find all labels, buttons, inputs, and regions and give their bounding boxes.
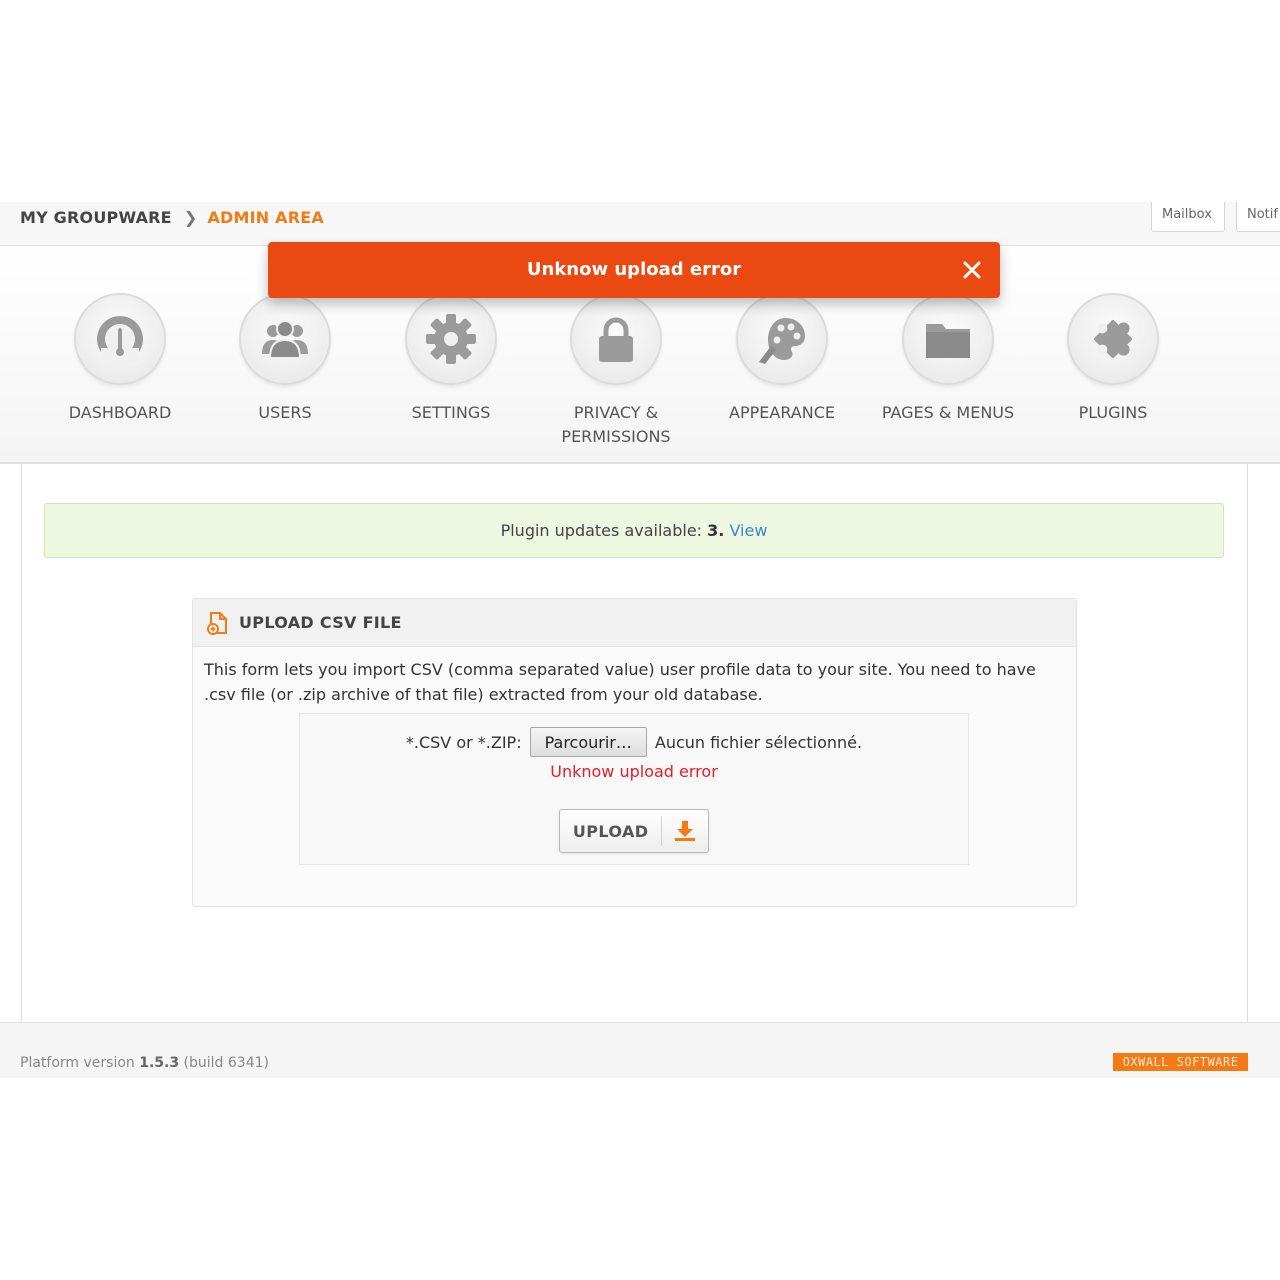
nav-item-pages-menus[interactable]: PAGES & MENUS: [868, 293, 1028, 425]
nav-label: PRIVACY & PERMISSIONS: [536, 401, 696, 449]
box-header: UPLOAD CSV FILE: [193, 599, 1076, 647]
upload-form: *.CSV or *.ZIP: Parcourir… Aucun fichier…: [299, 713, 969, 865]
nav-item-dashboard[interactable]: DASHBOARD: [40, 293, 200, 425]
platform-version: Platform version 1.5.3 (build 6341): [20, 1055, 269, 1071]
nav-label: APPEARANCE: [729, 403, 835, 422]
nav-item-plugins[interactable]: PLUGINS: [1033, 293, 1193, 425]
version-number: 1.5.3: [139, 1055, 180, 1071]
upload-button-label: UPLOAD: [572, 821, 649, 841]
box-title: UPLOAD CSV FILE: [239, 613, 402, 632]
close-icon[interactable]: [962, 260, 982, 280]
nav-item-appearance[interactable]: APPEARANCE: [702, 293, 862, 425]
nav-label-line: PRIVACY &: [573, 403, 659, 422]
breadcrumb-current[interactable]: ADMIN AREA: [207, 208, 324, 227]
upload-error-text: Unknow upload error: [550, 762, 718, 781]
upload-button[interactable]: UPLOAD: [559, 809, 709, 853]
download-icon: [675, 821, 696, 841]
nav-label: SETTINGS: [411, 403, 491, 422]
folder-icon: [926, 324, 970, 358]
file-label: *.CSV or *.ZIP:: [405, 732, 522, 752]
nav-label: PLUGINS: [1078, 403, 1148, 422]
palette-icon: [759, 318, 805, 364]
users-icon: [262, 320, 308, 359]
browse-button[interactable]: Parcourir…: [529, 727, 647, 757]
gear-icon: [426, 314, 476, 364]
nav-label: PAGES & MENUS: [881, 403, 1015, 422]
nav-label-line: PERMISSIONS: [561, 427, 671, 446]
nav-item-settings[interactable]: SETTINGS: [371, 293, 531, 425]
view-updates-link[interactable]: View: [729, 521, 767, 540]
toast-message: Unknow upload error: [526, 259, 742, 280]
file-row: *.CSV or *.ZIP: Parcourir… Aucun fichier…: [300, 727, 968, 757]
mailbox-button[interactable]: Mailbox: [1151, 202, 1225, 232]
oxwall-badge[interactable]: OXWALL SOFTWARE: [1113, 1053, 1248, 1071]
puzzle-icon: [1094, 320, 1132, 358]
file-status: Aucun fichier sélectionné.: [654, 732, 863, 752]
dashboard-gauge-icon: [97, 316, 143, 366]
version-build: (build 6341): [179, 1055, 269, 1071]
nav-item-users[interactable]: USERS: [205, 293, 365, 425]
upload-csv-box: UPLOAD CSV FILE This form lets you impor…: [192, 598, 1077, 907]
version-prefix: Platform version: [20, 1055, 140, 1071]
plugin-update-notice: Plugin updates available: 3. View: [44, 503, 1224, 558]
nav-item-privacy[interactable]: PRIVACY & PERMISSIONS: [536, 293, 696, 449]
breadcrumb-home[interactable]: MY GROUPWARE: [20, 208, 172, 227]
box-description: This form lets you import CSV (comma sep…: [204, 660, 1036, 704]
lock-icon: [599, 317, 633, 362]
breadcrumb: MY GROUPWARE ❯ ADMIN AREA: [20, 208, 324, 227]
error-toast: Unknow upload error: [268, 242, 1000, 298]
notice-count: 3.: [707, 521, 725, 540]
footer: Platform version 1.5.3 (build 6341) OXWA…: [0, 1022, 1280, 1078]
top-bar: MY GROUPWARE ❯ ADMIN AREA Mailbox Notif: [0, 202, 1280, 246]
chevron-right-icon: ❯: [183, 208, 198, 227]
nav-label: USERS: [258, 403, 312, 422]
notice-text: Plugin updates available:: [500, 521, 708, 540]
file-add-icon: [207, 611, 227, 635]
notifications-button[interactable]: Notif: [1236, 202, 1280, 232]
nav-label: DASHBOARD: [68, 403, 172, 422]
